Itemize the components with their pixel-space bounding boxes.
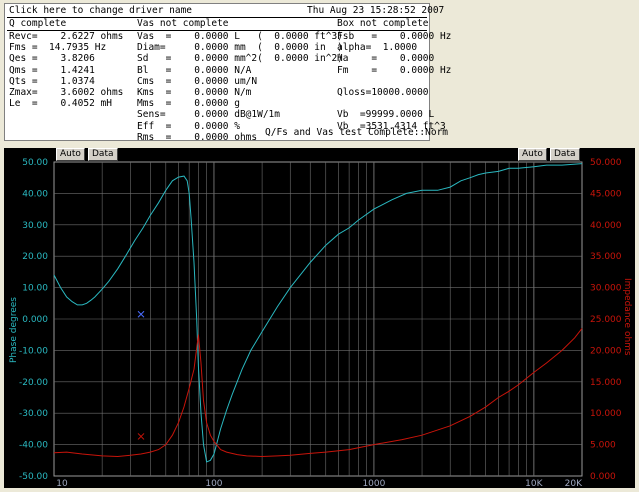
- x-tick-label: 10K: [525, 479, 543, 488]
- y2-tick-label: 50.000: [590, 158, 622, 168]
- q-status: Q complete: [9, 18, 67, 29]
- phase-marker: [137, 310, 145, 318]
- y-axis-title: Phase degrees: [9, 297, 19, 363]
- impedance-curve: [53, 328, 583, 458]
- col3-line: Ha = 0.0000: [337, 53, 435, 65]
- data-left-button[interactable]: Data: [88, 148, 118, 161]
- col3-line: Fsb = 0.0000 Hz: [337, 31, 452, 42]
- col1-line: Zmax= 3.6002 ohms: [9, 87, 124, 98]
- col1-line: Revc= 2.6227 ohms: [9, 31, 124, 42]
- col2-line: Diam= 0.0000 mm ( 0.0000 in ): [137, 42, 343, 54]
- y2-tick-label: 10.000: [590, 409, 622, 419]
- chart-svg: 50.00 40.00 30.00 20.00 10.00 0.000 -10.00 -20.…: [9, 158, 632, 489]
- y-tick-label: 50.00: [22, 158, 48, 168]
- y2-tick-label: 0.000: [590, 472, 616, 482]
- data-right-button[interactable]: Data: [550, 148, 580, 161]
- status-message: Q/Fs and Vas test Complete::Norm: [265, 127, 449, 138]
- y2-tick-label: 45.000: [590, 189, 622, 199]
- col2-line: Sd = 0.0000 mm^2( 0.0000 in^2): [137, 53, 343, 65]
- y-tick-label: 10.00: [22, 284, 48, 294]
- col2-line: Kms = 0.0000 N/m: [137, 87, 252, 98]
- x-tick-label: 10: [56, 479, 68, 488]
- y-tick-label: -30.00: [19, 409, 48, 419]
- col1-line: Fms = 14.7935 Hz: [9, 42, 107, 54]
- y-tick-label: 0.000: [22, 315, 48, 325]
- y2-tick-label: 40.000: [590, 221, 622, 231]
- y2-tick-label: 5.000: [590, 441, 616, 451]
- col2-line: Mms = 0.0000 g: [137, 98, 240, 110]
- col2-line: Vas = 0.0000 L ( 0.0000 ft^3): [137, 31, 343, 42]
- vas-status: Vas not complete: [137, 18, 229, 29]
- col2-line: Sens= 0.0000 dB@1W/1m: [137, 109, 280, 121]
- driver-parameters-panel: Click here to change driver name Thu Aug…: [4, 3, 451, 143]
- col1-line: Qes = 3.8206: [9, 53, 95, 65]
- y-tick-label: -50.00: [19, 472, 48, 482]
- y2-tick-label: 25.000: [590, 315, 622, 325]
- y2-tick-label: 30.000: [590, 284, 622, 294]
- col2-line: Rms = 0.0000 ohms: [137, 131, 258, 143]
- col3-line: Qloss=10000.0000: [337, 87, 429, 98]
- impedance-marker: [137, 433, 145, 440]
- col3-line: Fm = 0.0000 Hz: [337, 64, 452, 76]
- y2-tick-label: 15.000: [590, 378, 622, 388]
- y-tick-label: 20.00: [22, 252, 48, 262]
- auto-scale-left-button[interactable]: Auto: [56, 148, 85, 161]
- col1-line: Qts = 1.0374: [9, 75, 95, 87]
- col2-line: Bl = 0.0000 N/A: [137, 64, 252, 76]
- y-tick-label: -40.00: [19, 441, 48, 451]
- driver-name-button[interactable]: Click here to change driver name: [9, 5, 192, 16]
- y-tick-label: 40.00: [22, 189, 48, 199]
- col1-line: Le = 0.4052 mH: [9, 98, 112, 110]
- y2-axis-title: Impedance ohms: [622, 278, 632, 356]
- col2-line: Cms = 0.0000 um/N: [137, 75, 258, 87]
- col2-line: Eff = 0.0000 %: [137, 120, 240, 132]
- x-tick-label: 100: [205, 479, 222, 488]
- timestamp: Thu Aug 23 15:28:52 2007: [307, 5, 445, 16]
- phase-curve: [53, 163, 583, 463]
- y2-tick-label: 20.000: [590, 346, 622, 356]
- y-tick-label: 30.00: [22, 221, 48, 231]
- y-tick-label: -20.00: [19, 378, 48, 388]
- y-tick-label: -10.00: [19, 346, 48, 356]
- y2-tick-label: 35.000: [590, 252, 622, 262]
- box-status: Box not complete: [337, 18, 429, 29]
- col3-line: alpha= 1.0000: [337, 42, 418, 54]
- col1-line: Qms = 1.4241: [9, 64, 95, 76]
- x-tick-label: 20K: [565, 479, 583, 488]
- col3-line: Vb =99999.0000 L: [337, 109, 435, 121]
- impedance-phase-chart[interactable]: 50.00 40.00 30.00 20.00 10.00 0.000 -10.00 -20.…: [4, 148, 635, 489]
- auto-scale-right-button[interactable]: Auto: [518, 148, 547, 161]
- x-tick-label: 1000: [362, 479, 385, 488]
